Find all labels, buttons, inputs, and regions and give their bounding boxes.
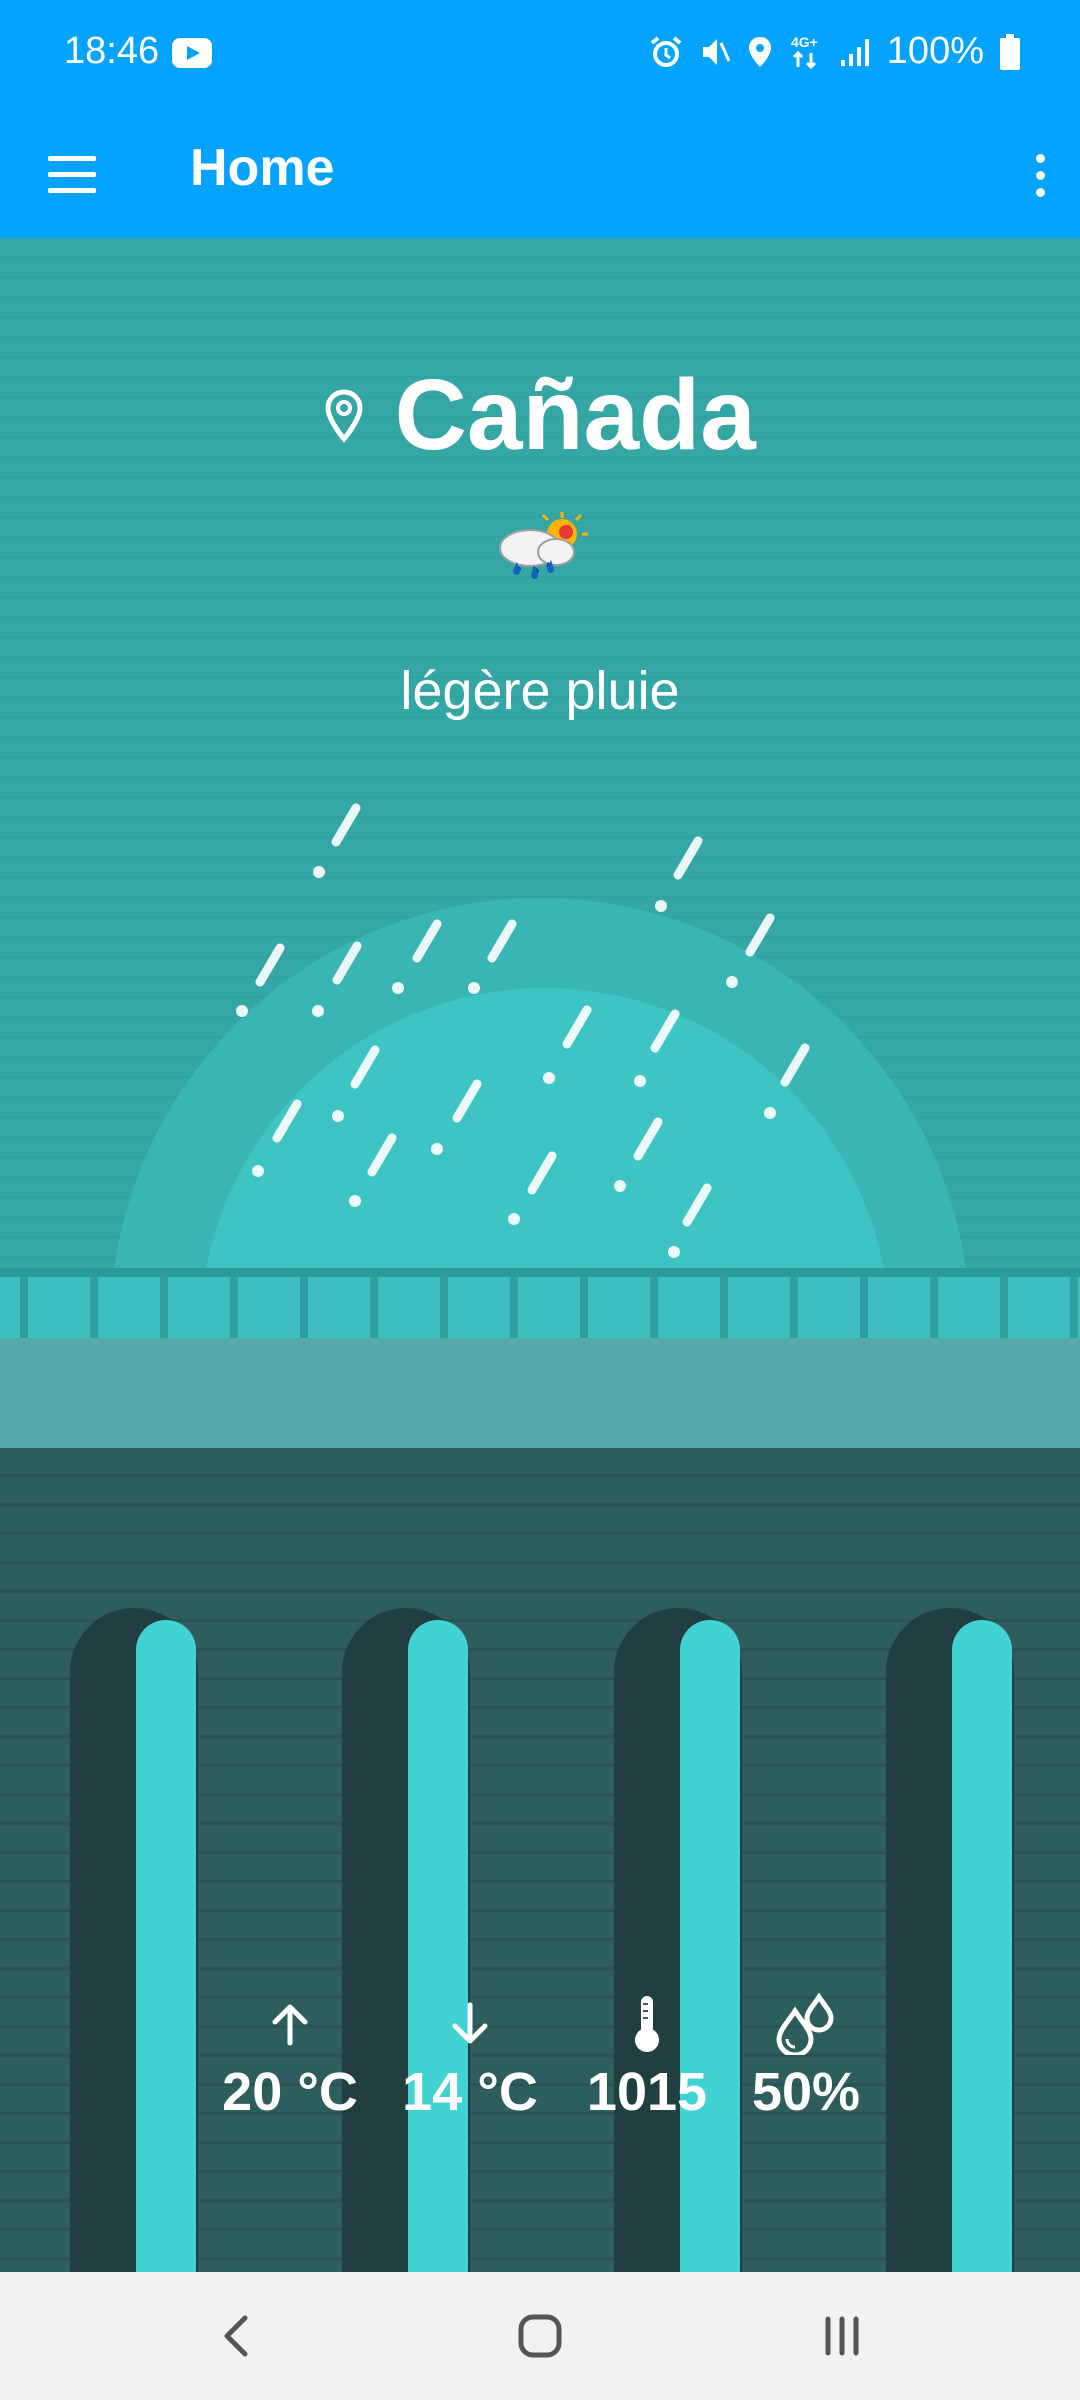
bridge-deck bbox=[0, 1338, 1080, 1448]
status-icons: 4G+ 100% bbox=[649, 30, 1020, 73]
weather-scene: Cañada légère pluie 20 °C 14 °C 1015 50% bbox=[0, 238, 1080, 2272]
humidity-icon bbox=[776, 1993, 834, 2055]
svg-text:4G+: 4G+ bbox=[791, 34, 818, 50]
min-temp-value: 14 °C bbox=[402, 2062, 538, 2122]
battery-percent: 100% bbox=[886, 30, 984, 72]
app-bar: Home bbox=[0, 110, 1080, 238]
arrow-up-icon bbox=[272, 2004, 308, 2046]
max-temp-value: 20 °C bbox=[222, 2062, 358, 2122]
bridge-pillar bbox=[342, 1608, 470, 2272]
home-icon[interactable] bbox=[500, 2306, 580, 2366]
navigation-bar bbox=[0, 2272, 1080, 2400]
location-icon bbox=[748, 36, 771, 67]
bridge-pillar bbox=[614, 1608, 742, 2272]
rain-animation bbox=[236, 803, 810, 1258]
humidity-value: 50% bbox=[751, 2062, 861, 2122]
page-title: Home bbox=[190, 139, 335, 197]
bridge-pillar bbox=[886, 1608, 1014, 2272]
back-icon[interactable] bbox=[196, 2306, 276, 2366]
humidity-stat: 50% bbox=[721, 1993, 891, 2123]
more-vert-icon[interactable] bbox=[1010, 140, 1070, 210]
bridge-pillar bbox=[70, 1608, 198, 2272]
thermometer-icon bbox=[635, 1996, 659, 2052]
recents-icon[interactable] bbox=[802, 2306, 882, 2366]
max-temp-stat: 20 °C bbox=[205, 1993, 375, 2123]
status-bar: 18:46 4G+ 100% bbox=[0, 0, 1080, 110]
arrow-down-icon bbox=[452, 2002, 488, 2044]
battery-icon bbox=[1000, 33, 1020, 70]
signal-icon bbox=[840, 38, 869, 66]
bridge-railing bbox=[0, 1268, 1080, 1338]
weather-stats: 20 °C 14 °C 1015 50% bbox=[0, 1993, 1080, 2153]
menu-icon[interactable] bbox=[40, 144, 100, 204]
pressure-stat: 1015 bbox=[562, 1993, 732, 2123]
min-temp-stat: 14 °C bbox=[385, 1993, 555, 2123]
alarm-icon bbox=[650, 35, 682, 67]
status-time: 18:46 bbox=[64, 30, 160, 72]
mute-icon bbox=[702, 38, 731, 65]
pressure-value: 1015 bbox=[586, 2062, 708, 2122]
youtube-icon bbox=[172, 38, 212, 68]
data-icon: 4G+ bbox=[791, 34, 818, 69]
